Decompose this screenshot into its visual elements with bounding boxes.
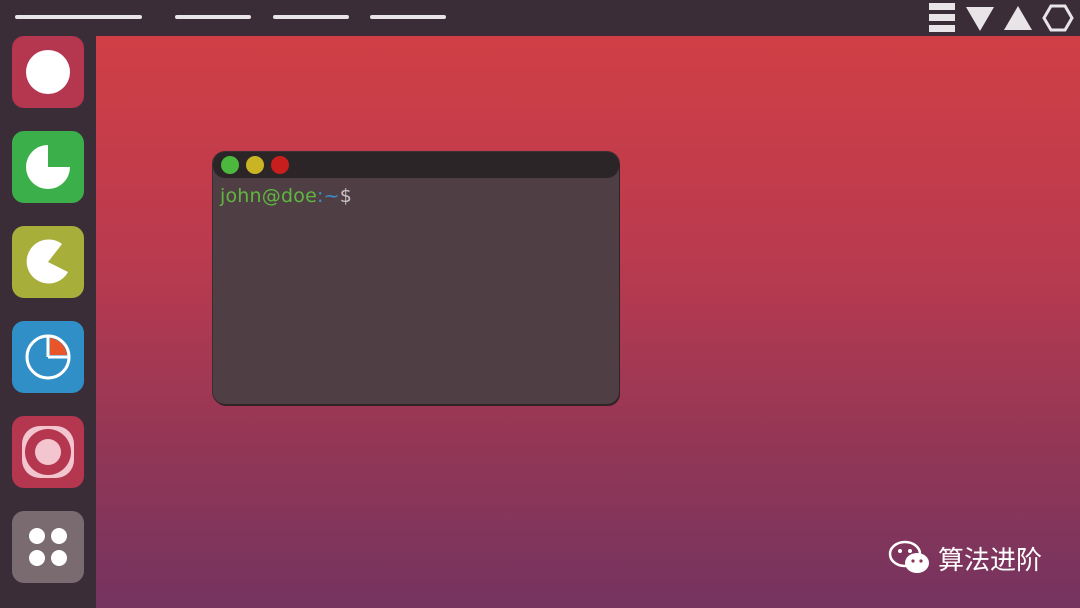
terminal-titlebar[interactable] bbox=[213, 152, 619, 178]
terminal-prompt[interactable]: john@doe:~$ bbox=[220, 185, 352, 207]
pacman-icon bbox=[26, 239, 68, 284]
watermark: 算法进阶 bbox=[888, 538, 1042, 578]
hexagon-icon[interactable] bbox=[1042, 2, 1074, 34]
prompt-symbol: $ bbox=[339, 185, 352, 207]
menu-placeholder-1[interactable] bbox=[15, 15, 142, 19]
launcher-dock bbox=[0, 36, 96, 608]
dock-app-3[interactable] bbox=[12, 226, 84, 298]
dock-app-6[interactable] bbox=[12, 511, 84, 583]
wechat-icon bbox=[888, 540, 929, 573]
prompt-path: ~ bbox=[323, 185, 340, 207]
dock-app-1[interactable] bbox=[12, 36, 84, 108]
watermark-text: 算法进阶 bbox=[938, 545, 1043, 576]
close-button[interactable] bbox=[271, 156, 289, 174]
circle-icon bbox=[26, 50, 70, 94]
menu-placeholder-2[interactable] bbox=[175, 15, 251, 19]
target-icon bbox=[22, 426, 74, 478]
dots-grid-icon bbox=[29, 528, 67, 566]
minimize-button[interactable] bbox=[246, 156, 264, 174]
triangle-up-icon[interactable] bbox=[1002, 2, 1034, 34]
dock-app-4[interactable] bbox=[12, 321, 84, 393]
triangle-down-icon[interactable] bbox=[964, 2, 996, 34]
dock-app-5[interactable] bbox=[12, 416, 84, 488]
maximize-button[interactable] bbox=[221, 156, 239, 174]
pie-chart-icon bbox=[26, 145, 70, 189]
prompt-separator: : bbox=[316, 185, 324, 207]
terminal-window[interactable]: john@doe:~$ bbox=[213, 152, 619, 404]
prompt-user: john@doe bbox=[220, 185, 317, 207]
dock-app-2[interactable] bbox=[12, 131, 84, 203]
top-bar bbox=[0, 0, 1080, 36]
menu-placeholder-4[interactable] bbox=[370, 15, 446, 19]
menu-placeholder-3[interactable] bbox=[273, 15, 349, 19]
menu-lines-icon[interactable] bbox=[928, 2, 956, 34]
pie-chart-orange-icon bbox=[25, 334, 71, 380]
